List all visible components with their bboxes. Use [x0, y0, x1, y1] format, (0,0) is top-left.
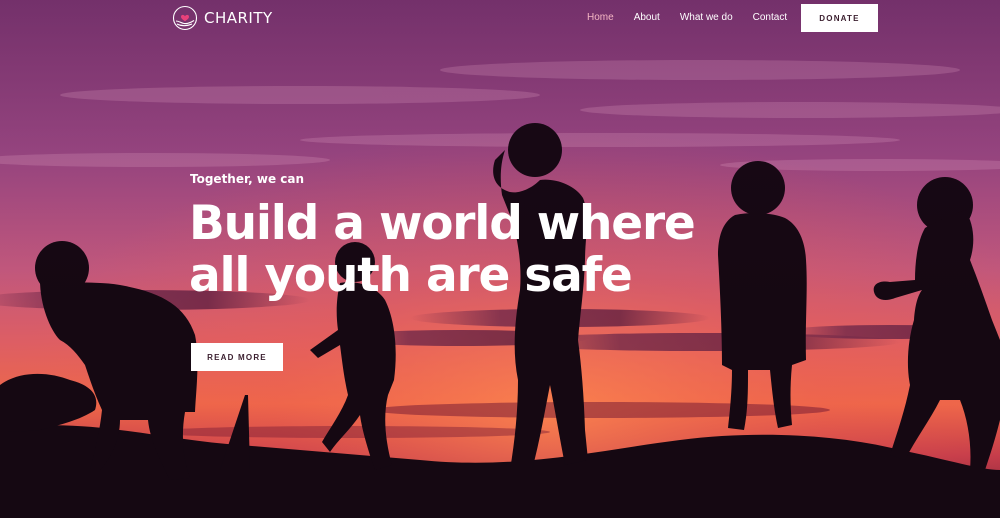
nav-links: Home About What we do Contact: [587, 11, 807, 25]
hero-tagline: Together, we can: [190, 172, 305, 186]
heart-in-hand-icon: [172, 5, 198, 31]
top-navbar: CHARITY Home About What we do Contact DO…: [0, 0, 1000, 36]
nav-item-what-we-do[interactable]: What we do: [680, 11, 733, 25]
donate-button[interactable]: DONATE: [801, 4, 878, 32]
brand-name: CHARITY: [204, 9, 273, 27]
nav-item-home[interactable]: Home: [587, 11, 614, 25]
brand-link[interactable]: CHARITY: [172, 5, 273, 31]
hero-headline-line-2: all youth are safe: [189, 248, 633, 303]
nav-item-about[interactable]: About: [634, 11, 660, 25]
hero-section: CHARITY Home About What we do Contact DO…: [0, 0, 1000, 518]
nav-item-contact[interactable]: Contact: [753, 11, 787, 25]
hero-headline-line-1: Build a world where: [189, 196, 696, 251]
hero-headline: Build a world where all youth are safe: [189, 196, 696, 303]
read-more-button[interactable]: READ MORE: [191, 343, 283, 371]
